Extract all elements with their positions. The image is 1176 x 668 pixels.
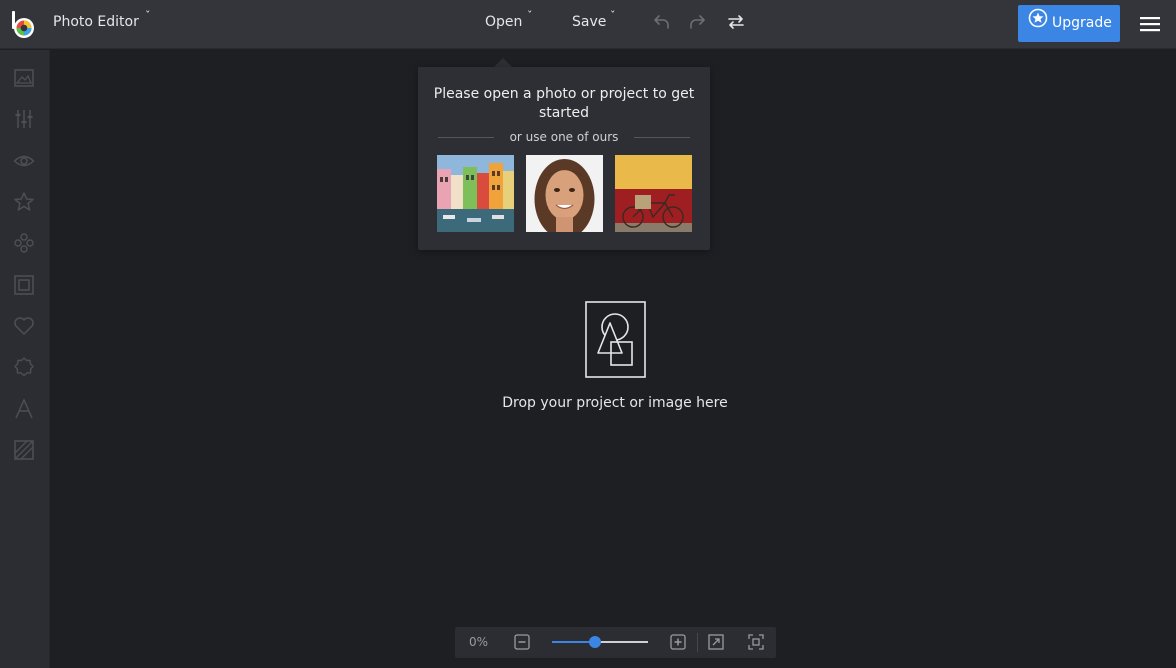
top-bar: Photo Editor ˇ Open ˇ Save ˇ Upgrade	[0, 0, 1176, 49]
fit-to-screen-icon[interactable]	[708, 634, 724, 650]
compare-icon[interactable]	[726, 12, 746, 32]
eye-icon[interactable]	[13, 150, 35, 172]
chevron-down-icon[interactable]: ˇ	[527, 9, 533, 22]
actual-size-icon[interactable]	[748, 634, 764, 650]
star-badge-icon	[1028, 8, 1048, 28]
zoom-in-icon[interactable]	[670, 634, 686, 650]
undo-icon[interactable]	[651, 12, 671, 32]
open-menu-button[interactable]: Open	[485, 14, 522, 30]
get-started-popover: Please open a photo or project to get st…	[418, 67, 710, 250]
frame-icon[interactable]	[13, 274, 35, 296]
divider	[697, 633, 698, 652]
badge-icon[interactable]	[13, 356, 35, 378]
heart-icon[interactable]	[13, 315, 35, 337]
redo-icon[interactable]	[688, 12, 708, 32]
hamburger-menu-icon[interactable]	[1140, 16, 1160, 32]
sample-buildings-thumbnail[interactable]	[437, 155, 514, 232]
chevron-down-icon[interactable]: ˇ	[145, 9, 151, 22]
zoom-out-icon[interactable]	[514, 634, 530, 650]
star-icon[interactable]	[13, 191, 35, 213]
drop-placeholder-icon[interactable]	[585, 301, 646, 378]
effects-icon[interactable]	[13, 232, 35, 254]
tool-sidebar	[0, 50, 50, 668]
app-title[interactable]: Photo Editor	[53, 14, 139, 30]
chevron-down-icon[interactable]: ˇ	[610, 9, 616, 22]
drop-zone-text: Drop your project or image here	[502, 395, 728, 411]
divider	[634, 137, 690, 138]
photo-editor-app: Photo Editor ˇ Open ˇ Save ˇ Upgrade Ple…	[0, 0, 1176, 668]
sample-portrait-thumbnail[interactable]	[526, 155, 603, 232]
zoom-level: 0%	[469, 635, 489, 649]
popover-title: Please open a photo or project to get st…	[433, 86, 695, 121]
save-menu-button[interactable]: Save	[572, 14, 606, 30]
befunky-logo-icon[interactable]	[10, 10, 38, 40]
upgrade-button[interactable]: Upgrade	[1018, 5, 1120, 42]
sample-bicycle-thumbnail[interactable]	[615, 155, 692, 232]
zoom-slider[interactable]	[552, 636, 648, 648]
zoom-bar: 0%	[455, 627, 776, 658]
texture-icon[interactable]	[13, 439, 35, 461]
zoom-slider-handle[interactable]	[589, 636, 601, 648]
sliders-icon[interactable]	[13, 108, 35, 130]
image-icon[interactable]	[13, 67, 35, 89]
upgrade-label: Upgrade	[1052, 15, 1112, 31]
